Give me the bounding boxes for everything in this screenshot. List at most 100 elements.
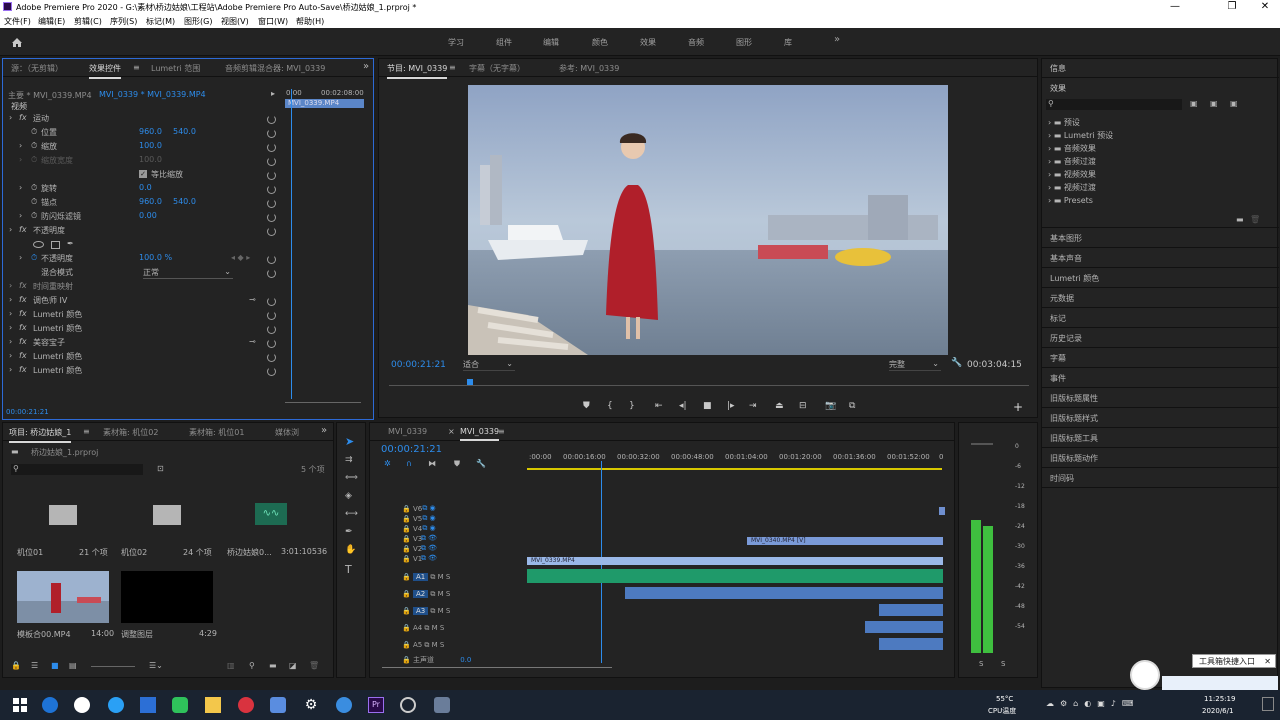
settings-gear-icon[interactable]: ⚙ xyxy=(303,697,319,713)
rectangle-mask-icon[interactable] xyxy=(51,241,60,249)
app-icon[interactable] xyxy=(238,697,254,713)
slip-tool-icon[interactable]: ⟷ xyxy=(345,509,358,519)
selection-tool-icon[interactable]: ➤ xyxy=(345,435,354,448)
pen-mask-icon[interactable]: ✒ xyxy=(67,239,74,248)
effects-folder[interactable]: › ▬ Presets xyxy=(1048,196,1248,210)
playback-resolution-dropdown[interactable]: 完整 ⌄ xyxy=(889,359,941,371)
delete-icon[interactable]: 🗑 xyxy=(1250,215,1260,224)
menu-help[interactable]: 帮助(H) xyxy=(296,16,324,27)
tab-reference[interactable]: 参考: MVI_0339 xyxy=(559,63,619,74)
video-clip-v3[interactable]: MVI_0340.MP4 [V] xyxy=(747,537,943,545)
play-clip-icon[interactable]: ▸ xyxy=(271,89,275,98)
track-header-a2[interactable]: 🔒 A2 ⧉ M S xyxy=(402,590,450,599)
audio-clip-a3[interactable] xyxy=(879,604,943,616)
notification-icon[interactable] xyxy=(1262,697,1274,711)
new-bin-icon[interactable]: ▬ xyxy=(1236,215,1244,224)
timeline-zoom-scrollbar[interactable] xyxy=(382,665,942,671)
comparison-view-icon[interactable]: ⧉ xyxy=(849,401,855,411)
app-icon[interactable] xyxy=(140,697,156,713)
zoom-slider[interactable] xyxy=(91,666,135,667)
section-legacy-title-actions[interactable]: 旧版标题动作 xyxy=(1050,453,1098,467)
panel-menu-icon[interactable]: ≡ xyxy=(449,63,456,72)
tab-lumetri-scopes[interactable]: Lumetri 范围 xyxy=(151,63,200,74)
hand-tool-icon[interactable]: ✋ xyxy=(345,545,356,555)
menu-marker[interactable]: 标记(M) xyxy=(146,16,175,27)
tab-media-browser[interactable]: 媒体浏 xyxy=(275,427,299,438)
rotation-row[interactable]: › ⏱ 旋转 0.0 xyxy=(3,183,283,197)
ec-timecode[interactable]: 00:00:21:21 xyxy=(6,408,49,416)
new-bin-icon[interactable]: ▬ xyxy=(269,661,277,670)
tab-sequence-active[interactable]: MVI_0339 xyxy=(460,427,500,441)
app-icon[interactable] xyxy=(270,697,286,713)
workspace-graphics[interactable]: 图形 xyxy=(736,37,752,48)
effects-folder[interactable]: › ▬ 视频过渡 xyxy=(1048,182,1248,196)
go-to-in-icon[interactable]: ⇤ xyxy=(655,401,663,411)
go-to-out-icon[interactable]: ⇥ xyxy=(749,401,757,411)
fx-item-row[interactable]: › fx Lumetri 颜色 xyxy=(3,309,283,323)
bin-item[interactable]: 机位02 24 个项 xyxy=(117,483,221,563)
track-header-a1[interactable]: 🔒 A1 ⧉ M S xyxy=(402,573,450,582)
list-view-icon[interactable]: ☰ xyxy=(31,661,38,670)
program-scrubber[interactable] xyxy=(389,379,1029,389)
menu-view[interactable]: 视图(V) xyxy=(221,16,249,27)
lock-icon[interactable]: 🔒 xyxy=(11,661,21,670)
menu-file[interactable]: 文件(F) xyxy=(4,16,31,27)
keyframe-nav-icon[interactable]: ◂ ◆ ▸ xyxy=(231,253,250,262)
audio-clip-a2[interactable] xyxy=(625,587,943,599)
tab-bin-02[interactable]: 素材箱: 机位02 xyxy=(103,427,158,438)
motion-row[interactable]: › fx 运动 xyxy=(3,113,283,127)
effects-folder[interactable]: › ▬ 音频效果 xyxy=(1048,143,1248,157)
track-visibility-icons[interactable]: ⧉ ◉ ⧉ ◉ ⧉ ◉ ⧉ 👁 ⧉ 👁 ⧉ 👁 xyxy=(414,503,444,565)
ellipse-mask-icon[interactable] xyxy=(33,241,44,248)
uniform-scale-checkbox[interactable]: ✓ xyxy=(139,170,147,178)
adjustment-layer-item[interactable]: 调整图层 4:29 xyxy=(117,569,221,643)
step-back-icon[interactable]: ◂| xyxy=(679,401,687,411)
app-icon[interactable] xyxy=(434,697,450,713)
tabs-overflow-icon[interactable]: » xyxy=(321,425,327,436)
fx-item-row[interactable]: › fx 调色师 IV ⊸ xyxy=(3,295,283,309)
razor-tool-icon[interactable]: ◈ xyxy=(345,491,352,501)
section-events[interactable]: 事件 xyxy=(1050,373,1066,387)
effects-folder[interactable]: › ▬ 预设 xyxy=(1048,117,1248,131)
time-remap-row[interactable]: › fx 时间重映射 xyxy=(3,281,283,295)
blend-mode-row[interactable]: 混合模式 正常 ⌄ xyxy=(3,267,283,281)
workspace-learn[interactable]: 学习 xyxy=(448,37,464,48)
workspace-color[interactable]: 颜色 xyxy=(592,37,608,48)
step-forward-icon[interactable]: |▸ xyxy=(727,401,735,411)
clear-icon[interactable]: 🗑 xyxy=(309,661,319,670)
ec-playhead[interactable] xyxy=(291,89,292,399)
video-item[interactable]: 模板合00.MP4 14:00 xyxy=(11,569,115,643)
track-header-a3[interactable]: 🔒 A3 ⧉ M S xyxy=(402,607,450,616)
section-history[interactable]: 历史记录 xyxy=(1050,333,1082,347)
close-tab-icon[interactable]: × xyxy=(448,427,455,436)
add-marker-icon[interactable]: ⛊ xyxy=(583,401,590,411)
workspace-effects[interactable]: 效果 xyxy=(640,37,656,48)
pen-tool-icon[interactable]: ✒ xyxy=(345,527,353,537)
section-timecode[interactable]: 时间码 xyxy=(1050,473,1074,487)
uniform-scale-row[interactable]: ✓ 等比缩放 xyxy=(3,169,283,183)
info-panel-title[interactable]: 信息 xyxy=(1050,63,1066,74)
section-legacy-title-properties[interactable]: 旧版标题属性 xyxy=(1050,393,1098,407)
fx-item-row[interactable]: › fx Lumetri 颜色 xyxy=(3,351,283,365)
qq-browser-icon[interactable] xyxy=(108,697,124,713)
audio-clip-a5[interactable] xyxy=(879,638,943,650)
track-header-a5[interactable]: 🔒 A5 ⧉ M S xyxy=(402,641,444,650)
menu-window[interactable]: 窗口(W) xyxy=(258,16,288,27)
app-icon[interactable] xyxy=(400,697,416,713)
section-markers[interactable]: 标记 xyxy=(1050,313,1066,327)
workspace-editing[interactable]: 编辑 xyxy=(543,37,559,48)
audio-clip-a4[interactable] xyxy=(865,621,943,633)
workspace-libraries[interactable]: 库 xyxy=(784,37,792,48)
section-lumetri-color[interactable]: Lumetri 颜色 xyxy=(1050,273,1099,287)
accelerated-effects-icon[interactable]: ▣ xyxy=(1190,99,1198,108)
effects-panel-title[interactable]: 效果 xyxy=(1050,83,1066,94)
find-icon[interactable]: ⚲ xyxy=(249,661,255,670)
file-explorer-icon[interactable] xyxy=(205,697,221,713)
fx-item-row[interactable]: › fx Lumetri 颜色 xyxy=(3,323,283,337)
track-header-a4[interactable]: 🔒 A4 ⧉ M S xyxy=(402,624,444,633)
clip-dropdown[interactable]: MVI_0339 * MVI_0339.MP4 xyxy=(99,90,206,99)
clock-date[interactable]: 2020/6/1 xyxy=(1202,707,1233,715)
button-editor-add-icon[interactable]: + xyxy=(1013,400,1023,414)
track-area[interactable]: MVI_0340.MP4 [V] MVI_0339.MP4 xyxy=(527,503,945,663)
assistant-avatar[interactable] xyxy=(1130,660,1160,690)
